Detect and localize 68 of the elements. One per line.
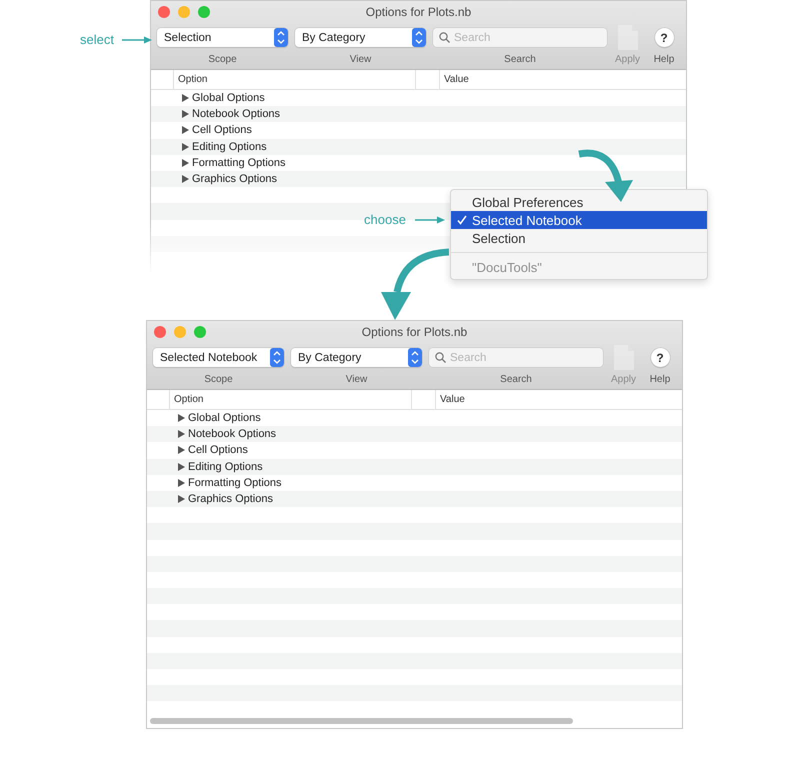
option-row[interactable]: Editing Options xyxy=(147,458,682,475)
stepper-icon[interactable] xyxy=(408,348,422,367)
scope-dropdown[interactable]: Selection xyxy=(157,28,288,47)
view-dropdown[interactable]: By Category xyxy=(291,348,422,367)
option-label: Editing Options xyxy=(192,140,267,153)
collapsed-triangle-icon[interactable] xyxy=(182,142,189,151)
help-label: Help xyxy=(648,374,672,385)
search-icon xyxy=(435,352,446,363)
menu-item[interactable]: Selection xyxy=(451,229,707,247)
close-button[interactable] xyxy=(154,326,166,338)
stepper-icon[interactable] xyxy=(274,28,288,47)
window-title: Options for Plots.nb xyxy=(366,5,472,19)
collapsed-triangle-icon[interactable] xyxy=(182,126,189,134)
collapsed-triangle-icon[interactable] xyxy=(178,462,185,471)
collapsed-triangle-icon[interactable] xyxy=(182,94,189,102)
collapsed-triangle-icon[interactable] xyxy=(178,478,185,487)
option-label: Cell Options xyxy=(188,444,248,456)
stepper-icon[interactable] xyxy=(412,28,426,47)
scope-label: Scope xyxy=(203,374,234,385)
view-label: View xyxy=(344,374,368,385)
collapsed-triangle-icon[interactable] xyxy=(182,158,189,167)
scope-label: Scope xyxy=(207,54,238,65)
view-label: View xyxy=(348,54,372,65)
collapsed-triangle-icon[interactable] xyxy=(182,110,189,118)
close-button[interactable] xyxy=(158,6,170,18)
option-row[interactable]: Graphics Options xyxy=(151,170,686,188)
annotation-label: select xyxy=(80,32,114,47)
option-label: Global Options xyxy=(192,92,265,104)
arrow-icon xyxy=(122,36,152,44)
column-header[interactable]: Value xyxy=(435,390,682,409)
collapsed-triangle-icon[interactable] xyxy=(178,495,185,504)
column-header[interactable]: Value xyxy=(439,70,686,89)
annotation-label: choose xyxy=(364,212,406,227)
menu-item[interactable]: Selected Notebook xyxy=(451,211,707,229)
option-row[interactable]: Notebook Options xyxy=(151,106,686,122)
search-label: Search xyxy=(499,374,533,385)
scope-dropdown[interactable]: Selected Notebook xyxy=(153,348,284,367)
option-label: Graphics Options xyxy=(192,173,277,186)
arrow-icon xyxy=(415,216,445,224)
curved-arrow xyxy=(381,248,449,320)
option-label: Notebook Options xyxy=(188,428,276,440)
collapsed-triangle-icon[interactable] xyxy=(178,430,185,438)
help-button[interactable]: ? xyxy=(650,348,670,367)
column-header[interactable]: Option xyxy=(169,390,411,409)
option-row[interactable]: Graphics Options xyxy=(147,490,682,508)
help-label: Help xyxy=(652,54,676,65)
option-label: Global Options xyxy=(188,412,261,424)
checkmark-icon xyxy=(457,215,467,225)
column-header[interactable]: Option xyxy=(173,70,415,89)
option-label: Formatting Options xyxy=(188,476,282,489)
view-dropdown[interactable]: By Category xyxy=(295,28,426,47)
option-row[interactable]: Notebook Options xyxy=(147,426,682,442)
option-row[interactable]: Editing Options xyxy=(151,138,686,155)
menu-item[interactable]: Global Preferences xyxy=(451,193,707,211)
option-label: Notebook Options xyxy=(192,108,280,120)
option-label: Graphics Options xyxy=(188,493,273,506)
stepper-icon[interactable] xyxy=(270,348,284,367)
scrollbar-thumb[interactable] xyxy=(150,718,574,724)
help-button[interactable]: ? xyxy=(654,28,674,47)
option-label: Cell Options xyxy=(192,124,252,136)
option-label: Formatting Options xyxy=(192,156,286,169)
option-label: Editing Options xyxy=(188,460,263,473)
collapsed-triangle-icon[interactable] xyxy=(178,446,185,454)
search-icon xyxy=(439,32,450,43)
collapsed-triangle-icon[interactable] xyxy=(182,175,189,184)
collapsed-triangle-icon[interactable] xyxy=(178,414,185,422)
window-title: Options for Plots.nb xyxy=(362,325,468,339)
search-label: Search xyxy=(503,54,537,65)
